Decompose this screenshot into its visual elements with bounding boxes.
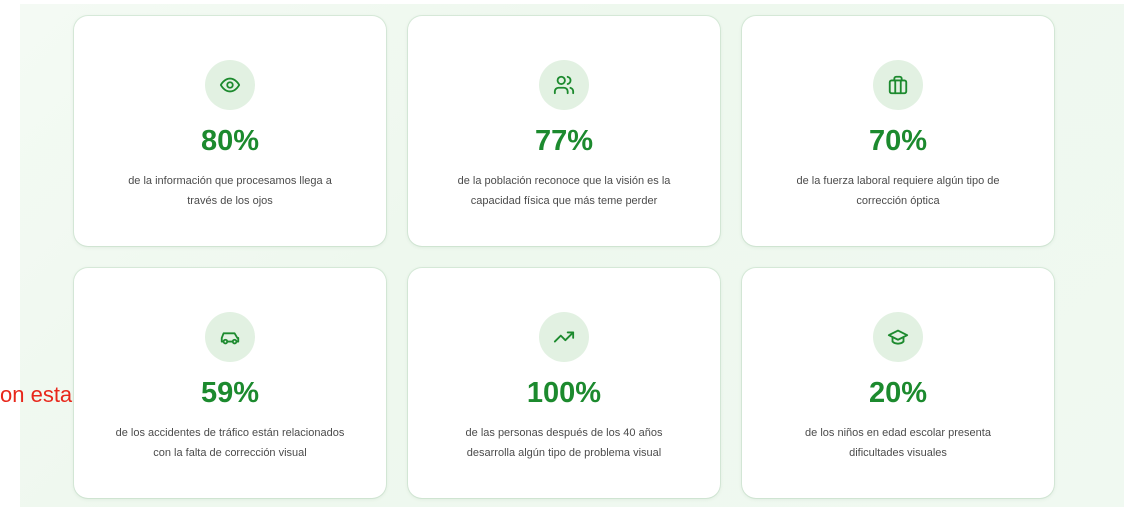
car-icon [205,312,255,362]
stat-description-line: de las personas después de los 40 años [465,427,663,439]
page: on esta 80% de la información que proces… [0,0,1124,507]
briefcase-icon [873,60,923,110]
eye-icon [205,60,255,110]
stat-card-workforce: 70% de la fuerza laboral requiere algún … [742,16,1054,246]
trending-up-icon [539,312,589,362]
graduation-cap-icon [873,312,923,362]
stat-description: de los niños en edad escolar presenta di… [762,423,1034,463]
stat-description-line: capacidad física que más teme perder [470,195,658,207]
stat-description-line: de la información que procesamos llega a [128,175,332,187]
stat-description-line: de la población reconoce que la visión e… [457,175,671,187]
stat-value: 20% [868,377,928,409]
stat-value: 100% [526,377,602,409]
stat-card-over-40: 100% de las personas después de los 40 a… [408,268,720,498]
stat-description-line: desarrolla algún tipo de problema visual [466,447,662,459]
stat-card-school-children: 20% de los niños en edad escolar present… [742,268,1054,498]
users-icon [539,60,589,110]
overlapping-side-text: on esta [0,382,73,407]
stat-description-line: de los niños en edad escolar presenta [805,427,991,439]
stat-value: 77% [534,125,594,157]
stat-description-line: través de los ojos [187,195,273,207]
stat-description: de la población reconoce que la visión e… [428,171,700,211]
stat-description-line: de la fuerza laboral requiere algún tipo… [796,175,1000,187]
stat-description: de la fuerza laboral requiere algún tipo… [762,171,1034,211]
stat-card-traffic: 59% de los accidentes de tráfico están r… [74,268,386,498]
stat-value: 80% [200,125,260,157]
stat-description-line: corrección óptica [856,195,940,207]
stat-description: de las personas después de los 40 años d… [428,423,700,463]
stat-value: 59% [200,377,260,409]
stat-card-information: 80% de la información que procesamos lle… [74,16,386,246]
stat-description: de los accidentes de tráfico están relac… [94,423,366,463]
stat-description-line: de los accidentes de tráfico están relac… [115,427,345,439]
stat-description: de la información que procesamos llega a… [94,171,366,211]
stat-value: 70% [868,125,928,157]
stat-description-line: dificultades visuales [849,447,947,459]
stat-card-population: 77% de la población reconoce que la visi… [408,16,720,246]
stat-description-line: con la falta de corrección visual [153,447,307,459]
